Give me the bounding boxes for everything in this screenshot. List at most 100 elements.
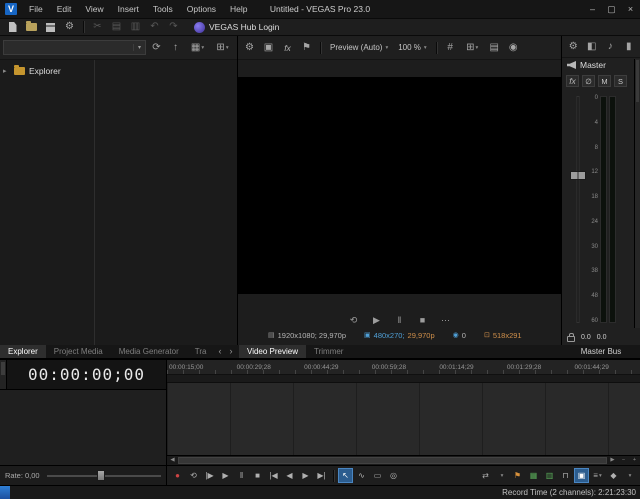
explorer-tree-pane[interactable]: ▸ Explorer xyxy=(0,60,95,345)
script-flag-button[interactable]: ⚑ xyxy=(298,40,315,55)
normal-edit-tool-button[interactable]: ↖ xyxy=(338,468,353,483)
paste-button[interactable]: ▥ xyxy=(127,20,144,35)
preview-more-button[interactable]: ⋯ xyxy=(437,313,454,328)
envelope-edit-tool-button[interactable]: ∿ xyxy=(354,468,369,483)
meter-options-button[interactable]: ▮ xyxy=(622,39,637,54)
enable-snapping-button[interactable]: ▣ xyxy=(574,468,589,483)
grid-overlay-button[interactable]: # xyxy=(442,40,459,55)
phase-invert-button[interactable]: ∅ xyxy=(582,75,595,87)
go-to-end-button[interactable]: ▶| xyxy=(314,468,329,483)
project-properties-button[interactable]: ⚙ xyxy=(61,20,78,35)
zoom-edit-tool-button[interactable]: ◎ xyxy=(386,468,401,483)
stop-button[interactable]: ■ xyxy=(250,468,265,483)
video-preview-canvas[interactable] xyxy=(238,77,561,294)
insert-marker-button[interactable]: ⚑ xyxy=(510,468,525,483)
rate-slider-handle[interactable] xyxy=(97,470,105,481)
tab-trimmer[interactable]: Trimmer xyxy=(306,345,351,358)
tab-explorer[interactable]: Explorer xyxy=(0,345,46,358)
scroll-left-button[interactable]: ◀ xyxy=(167,456,178,465)
lock-envelopes-button[interactable]: ▥ xyxy=(542,468,557,483)
pause-button[interactable]: ‖ xyxy=(234,468,249,483)
copy-button[interactable]: ▤ xyxy=(108,20,125,35)
track-header-area[interactable] xyxy=(0,390,166,465)
menu-item[interactable]: Options xyxy=(180,0,223,18)
loop-playback-button[interactable]: ⟲ xyxy=(186,468,201,483)
master-fader[interactable] xyxy=(569,93,587,326)
insert-bus-button[interactable]: ◧ xyxy=(585,39,600,54)
refresh-button[interactable]: ⟳ xyxy=(148,40,165,55)
tab-transitions[interactable]: Tra xyxy=(187,345,215,358)
swap-tool-button[interactable]: ⇄ xyxy=(478,468,493,483)
tool-dropdown-button[interactable]: ▾ xyxy=(494,468,509,483)
rate-slider[interactable] xyxy=(47,475,161,477)
marker-lane[interactable] xyxy=(167,375,640,383)
undo-button[interactable]: ↶ xyxy=(146,20,163,35)
tree-expand-icon[interactable]: ▸ xyxy=(3,67,10,75)
tab-project-media[interactable]: Project Media xyxy=(46,345,111,358)
video-output-fx-button[interactable]: fx xyxy=(279,40,296,55)
previous-frame-button[interactable]: ◀ xyxy=(282,468,297,483)
address-combobox[interactable]: ▾ xyxy=(3,40,146,55)
tab-master-bus[interactable]: Master Bus xyxy=(573,345,629,358)
solo-button[interactable]: S xyxy=(614,75,627,87)
close-button[interactable]: × xyxy=(621,0,640,18)
track-canvas[interactable] xyxy=(167,383,640,455)
external-monitor-button[interactable]: ▣ xyxy=(260,40,277,55)
timeline-horizontal-scrollbar[interactable]: ◀ ▶ − + xyxy=(167,455,640,465)
tab-scroll-left-button[interactable]: ‹ xyxy=(214,345,225,358)
go-to-start-button[interactable]: |◀ xyxy=(266,468,281,483)
master-fx-button[interactable]: fx xyxy=(566,75,579,87)
play-from-start-button[interactable]: |▶ xyxy=(202,468,217,483)
up-level-button[interactable]: ↑ xyxy=(167,40,184,55)
play-button[interactable]: ▶ xyxy=(218,468,233,483)
master-scrollbar[interactable] xyxy=(634,59,640,328)
fader-handle[interactable] xyxy=(570,171,586,180)
views-dropdown-button[interactable]: ▦▾ xyxy=(186,40,209,55)
keyframe-button[interactable]: ◆ xyxy=(606,468,621,483)
audio-device-button[interactable]: ♪ xyxy=(603,39,618,54)
tab-video-preview[interactable]: Video Preview xyxy=(239,345,306,358)
save-project-button[interactable] xyxy=(42,20,59,35)
selection-edit-tool-button[interactable]: ▭ xyxy=(370,468,385,483)
menu-item[interactable]: Insert xyxy=(111,0,146,18)
zoom-out-button[interactable]: − xyxy=(618,456,629,465)
menu-item[interactable]: View xyxy=(78,0,110,18)
copy-frame-button[interactable]: ▤ xyxy=(486,40,503,55)
media-options-dropdown-button[interactable]: ⊞▾ xyxy=(211,40,234,55)
tree-item-explorer-root[interactable]: ▸ Explorer xyxy=(0,64,94,78)
scrollbar-thumb[interactable] xyxy=(178,457,607,464)
preview-settings-button[interactable]: ⚙ xyxy=(241,40,258,55)
new-project-button[interactable] xyxy=(4,20,21,35)
preview-pause-button[interactable]: ‖ xyxy=(391,313,408,328)
list-options-button[interactable]: ≡▾ xyxy=(590,468,605,483)
explorer-file-list-pane[interactable] xyxy=(95,60,237,345)
save-snapshot-button[interactable]: ◉ xyxy=(505,40,522,55)
next-frame-button[interactable]: ▶ xyxy=(298,468,313,483)
scrollbar-thumb[interactable] xyxy=(1,362,5,375)
menu-item[interactable]: Edit xyxy=(50,0,79,18)
preview-stop-button[interactable]: ■ xyxy=(414,313,431,328)
menu-item[interactable]: File xyxy=(22,0,50,18)
snap-toggle-button[interactable]: ⊓ xyxy=(558,468,573,483)
lock-fader-icon[interactable] xyxy=(567,336,575,342)
menu-item[interactable]: Help xyxy=(223,0,254,18)
scroll-right-button[interactable]: ▶ xyxy=(607,456,618,465)
timecode-display[interactable]: 00:00:00;00 xyxy=(7,360,166,389)
timeline-ruler[interactable]: 00:00:15;0000:00:29;2800:00:44;2900:00:5… xyxy=(167,360,640,375)
preview-zoom-dropdown[interactable]: 100 % ▾ xyxy=(394,43,430,52)
overlay-options-button[interactable]: ⊞▾ xyxy=(461,40,484,55)
mixer-settings-button[interactable]: ⚙ xyxy=(566,39,581,54)
zoom-in-button[interactable]: + xyxy=(629,456,640,465)
more-options-dropdown[interactable]: ▾ xyxy=(622,468,637,483)
cut-button[interactable]: ✂ xyxy=(89,20,106,35)
tab-scroll-right-button[interactable]: › xyxy=(225,345,236,358)
mute-button[interactable]: M xyxy=(598,75,611,87)
preview-play-button[interactable]: ▶ xyxy=(368,313,385,328)
maximize-button[interactable]: ▢ xyxy=(602,0,621,18)
minimize-button[interactable]: – xyxy=(583,0,602,18)
auto-ripple-button[interactable]: ▦ xyxy=(526,468,541,483)
open-project-button[interactable] xyxy=(23,20,40,35)
redo-button[interactable]: ↷ xyxy=(165,20,182,35)
vegas-hub-login-button[interactable]: VEGAS Hub Login xyxy=(194,22,279,33)
scrollbar-thumb[interactable] xyxy=(636,60,639,102)
